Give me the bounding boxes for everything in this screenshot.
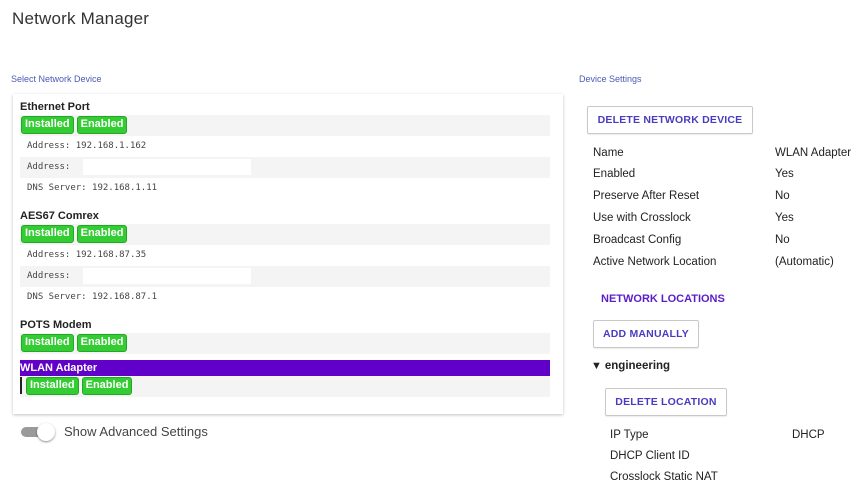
device-info-address: Address: 192.168.87.35 <box>27 250 147 260</box>
location-value-ip-type: DHCP <box>792 429 825 441</box>
add-manually-button[interactable]: ADD MANUALLY <box>593 320 699 348</box>
select-network-device-label: Select Network Device <box>11 74 102 84</box>
device-settings-label: Device Settings <box>579 74 642 84</box>
setting-key-broadcast-config: Broadcast Config <box>593 234 682 246</box>
page-title: Network Manager <box>12 9 150 28</box>
device-name: POTS Modem <box>20 319 92 331</box>
location-key-crosslock-static-nat: Crosslock Static NAT <box>610 471 718 483</box>
device-info-dns: DNS Server: 192.168.87.1 <box>27 292 158 302</box>
device-info-address-2: Address: <box>20 157 550 178</box>
device-name: AES67 Comrex <box>20 210 99 222</box>
delete-network-device-button[interactable]: DELETE NETWORK DEVICE <box>587 106 753 134</box>
device-badges-row: Installed Enabled <box>20 376 550 397</box>
setting-value-name: WLAN Adapter <box>775 147 852 159</box>
enabled-badge: Enabled <box>81 377 133 395</box>
device-name: WLAN Adapter <box>20 360 550 376</box>
device-badges-row: Installed Enabled <box>20 224 550 245</box>
device-item-pots-modem[interactable]: POTS Modem Installed Enabled <box>20 317 550 354</box>
device-info-address-2-label: Address: <box>27 271 71 281</box>
installed-badge: Installed <box>21 334 74 352</box>
setting-key-active-network-location: Active Network Location <box>593 256 717 268</box>
network-locations-heading: NETWORK LOCATIONS <box>601 293 725 305</box>
installed-badge: Installed <box>21 225 74 243</box>
toggle-knob <box>37 423 55 441</box>
device-info-address: Address: 192.168.1.162 <box>27 141 147 151</box>
device-info-address-2: Address: <box>20 266 550 287</box>
enabled-badge: Enabled <box>76 225 128 243</box>
setting-key-preserve-after-reset: Preserve After Reset <box>593 190 700 202</box>
device-info-dns: DNS Server: 192.168.1.11 <box>27 183 158 193</box>
device-item-ethernet-port[interactable]: Ethernet Port Installed Enabled Address:… <box>20 99 550 199</box>
delete-location-button[interactable]: DELETE LOCATION <box>605 388 727 416</box>
installed-badge: Installed <box>21 116 74 134</box>
device-badges-row: Installed Enabled <box>20 333 550 354</box>
show-advanced-settings-toggle[interactable] <box>21 423 57 441</box>
installed-badge: Installed <box>26 377 79 395</box>
setting-value-preserve-after-reset: No <box>775 190 790 202</box>
device-list: Ethernet Port Installed Enabled Address:… <box>13 94 563 414</box>
device-item-wlan-adapter[interactable]: WLAN Adapter Installed Enabled <box>20 360 550 397</box>
setting-value-broadcast-config: No <box>775 234 790 246</box>
address-field <box>83 159 251 175</box>
setting-key-enabled: Enabled <box>593 168 636 180</box>
location-name: engineering <box>604 360 671 372</box>
location-key-dhcp-client-id: DHCP Client ID <box>610 450 690 462</box>
enabled-badge: Enabled <box>76 334 128 352</box>
device-item-aes67-comrex[interactable]: AES67 Comrex Installed Enabled Address: … <box>20 208 550 308</box>
device-badges-row: Installed Enabled <box>20 115 550 136</box>
setting-value-use-with-crosslock: Yes <box>775 212 794 224</box>
location-expander-engineering[interactable]: ▼ engineering <box>591 360 670 372</box>
text-cursor <box>20 377 22 394</box>
setting-key-use-with-crosslock: Use with Crosslock <box>593 212 691 224</box>
device-name: Ethernet Port <box>20 101 90 113</box>
setting-value-active-network-location: (Automatic) <box>775 256 834 268</box>
address-field <box>83 268 251 284</box>
setting-value-enabled: Yes <box>775 168 794 180</box>
location-key-ip-type: IP Type <box>610 429 649 441</box>
show-advanced-settings-label[interactable]: Show Advanced Settings <box>64 424 208 439</box>
setting-key-name: Name <box>593 147 624 159</box>
device-info-address-2-label: Address: <box>27 162 71 172</box>
enabled-badge: Enabled <box>76 116 128 134</box>
triangle-down-icon: ▼ <box>591 360 602 372</box>
